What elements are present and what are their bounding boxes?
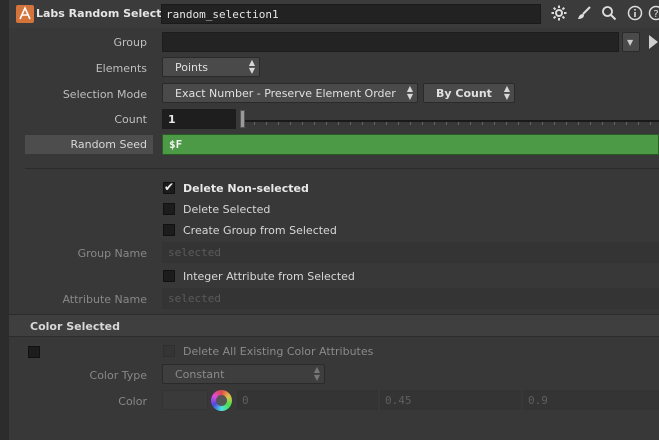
slider-tick: [350, 122, 351, 125]
color-b-input[interactable]: 0.9: [523, 390, 659, 410]
node-type-icon: [16, 5, 34, 23]
info-icon[interactable]: [626, 5, 644, 23]
node-type-label: Labs Random Selection: [36, 7, 181, 20]
slider-tick: [542, 122, 543, 125]
color-selected-section-header[interactable]: Color Selected: [9, 314, 659, 337]
elements-value: Points: [175, 61, 209, 74]
slider-tick: [398, 122, 399, 125]
slider-tick: [614, 122, 615, 125]
color-wheel-icon[interactable]: [211, 390, 232, 411]
group-menu-button[interactable]: ▼: [622, 32, 640, 52]
delete-selected-checkbox[interactable]: [163, 203, 175, 215]
slider-tick: [590, 122, 591, 125]
slider-tick: [506, 122, 507, 125]
count-label: Count: [114, 113, 147, 126]
slider-tick: [458, 122, 459, 125]
updown-arrows-icon: ▲ ▼: [503, 84, 510, 101]
search-icon[interactable]: [600, 5, 618, 23]
create-group-checkbox[interactable]: [163, 224, 175, 236]
node-name-field[interactable]: random_selection1: [161, 4, 541, 24]
count-slider[interactable]: [240, 109, 659, 129]
svg-text:?: ?: [653, 9, 658, 20]
slider-tick: [326, 122, 327, 125]
updown-arrows-icon: ▲ ▼: [406, 84, 413, 101]
slider-tick: [650, 122, 651, 125]
slider-tick: [302, 122, 303, 125]
slider-tick: [338, 122, 339, 125]
color-type-dropdown[interactable]: Constant ▲ ▼: [162, 364, 325, 384]
delete-color-attrs-checkbox[interactable]: [163, 345, 175, 357]
selection-mode-dropdown[interactable]: Exact Number - Preserve Element Order ▲ ▼: [162, 83, 418, 103]
color-g-input[interactable]: 0.45: [380, 390, 521, 410]
slider-tick: [374, 122, 375, 125]
left-gutter: [0, 0, 9, 440]
int-attrib-label: Integer Attribute from Selected: [183, 270, 355, 283]
slider-tick: [254, 122, 255, 125]
selection-method-dropdown[interactable]: By Count ▲ ▼: [423, 83, 515, 103]
slider-tick: [518, 122, 519, 125]
delete-nonselected-checkbox[interactable]: [163, 180, 175, 194]
slider-tick: [314, 122, 315, 125]
slider-tick: [290, 122, 291, 125]
selection-mode-value: Exact Number - Preserve Element Order: [175, 87, 396, 100]
count-input[interactable]: 1: [162, 109, 236, 129]
color-label: Color: [118, 395, 147, 408]
color-type-label: Color Type: [89, 369, 147, 382]
select-arrow-icon[interactable]: [648, 34, 659, 50]
color-type-value: Constant: [175, 368, 225, 381]
brush-icon[interactable]: [575, 5, 593, 23]
group-name-input[interactable]: selected: [162, 242, 659, 263]
updown-arrows-icon: ▲ ▼: [313, 365, 320, 382]
slider-tick: [470, 122, 471, 125]
random-seed-input[interactable]: $F: [162, 134, 659, 155]
random-seed-label: Random Seed: [70, 138, 147, 151]
node-header: Labs Random Selection random_selection1 …: [9, 0, 659, 28]
elements-label: Elements: [95, 62, 147, 75]
slider-tick: [494, 122, 495, 125]
delete-color-attrs-label: Delete All Existing Color Attributes: [183, 345, 374, 358]
slider-tick: [446, 122, 447, 125]
color-swatch[interactable]: [162, 390, 208, 410]
group-name-label: Group Name: [77, 247, 147, 260]
group-label: Group: [113, 36, 148, 49]
slider-tick: [278, 122, 279, 125]
slider-tick: [578, 122, 579, 125]
help-icon[interactable]: ?: [647, 5, 659, 23]
slider-tick: [530, 122, 531, 125]
slider-tick: [566, 122, 567, 125]
slider-handle[interactable]: [240, 110, 245, 128]
attribute-name-input[interactable]: selected: [162, 288, 659, 309]
color-selected-toggle[interactable]: [28, 346, 40, 358]
delete-nonselected-label: Delete Non-selected: [183, 182, 309, 195]
updown-arrows-icon: ▲ ▼: [248, 58, 255, 75]
selection-mode-label: Selection Mode: [62, 88, 147, 101]
parameter-pane: Labs Random Selection random_selection1 …: [0, 0, 659, 440]
slider-tick: [266, 122, 267, 125]
slider-tick: [554, 122, 555, 125]
slider-tick: [410, 122, 411, 125]
create-group-label: Create Group from Selected: [183, 224, 337, 237]
int-attrib-checkbox[interactable]: [163, 270, 175, 282]
selection-method-value: By Count: [436, 87, 492, 100]
delete-selected-label: Delete Selected: [183, 203, 271, 216]
attribute-name-label: Attribute Name: [62, 293, 147, 306]
slider-tick: [482, 122, 483, 125]
slider-tick: [362, 122, 363, 125]
separator: [25, 168, 659, 169]
color-r-input[interactable]: 0: [237, 390, 378, 410]
group-input[interactable]: [162, 32, 619, 52]
section-title: Color Selected: [30, 320, 120, 333]
slider-tick: [602, 122, 603, 125]
gear-icon[interactable]: [550, 5, 568, 23]
slider-tick: [422, 122, 423, 125]
slider-tick: [434, 122, 435, 125]
elements-dropdown[interactable]: Points ▲ ▼: [162, 57, 260, 77]
slider-tick: [386, 122, 387, 125]
slider-tick: [638, 122, 639, 125]
slider-tick: [626, 122, 627, 125]
